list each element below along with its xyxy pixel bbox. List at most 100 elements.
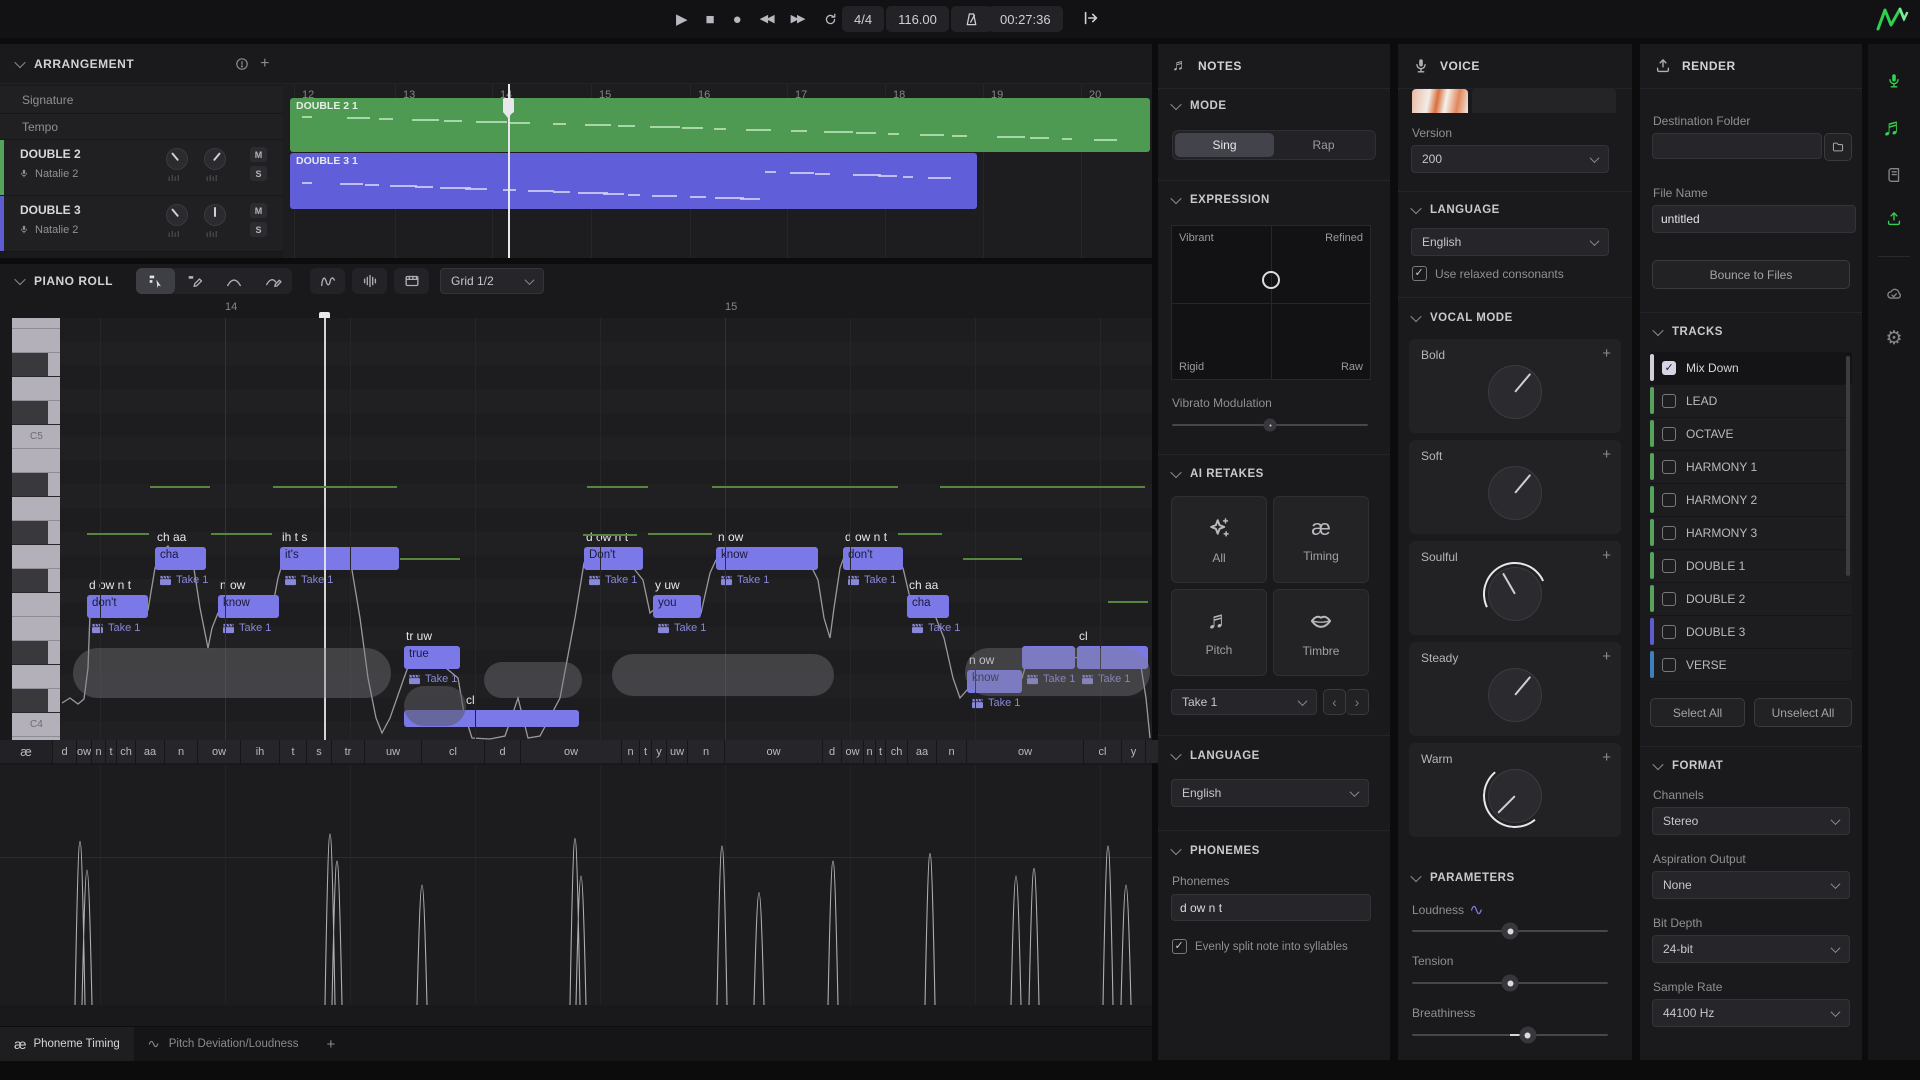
- tempo-row[interactable]: Tempo: [0, 114, 305, 140]
- vocal-mode-knob[interactable]: [1488, 567, 1542, 621]
- mute-button[interactable]: M: [250, 147, 267, 162]
- take-label[interactable]: Take 1: [720, 574, 769, 586]
- slider-handle[interactable]: [1502, 923, 1519, 940]
- track-checkbox[interactable]: [1662, 625, 1676, 639]
- render-track-row-octave[interactable]: OCTAVE: [1650, 418, 1852, 451]
- vibrato-modulation-slider[interactable]: [1172, 424, 1368, 426]
- curve-draw-tool[interactable]: [253, 268, 292, 294]
- midi-note[interactable]: cha: [155, 547, 206, 570]
- tension-slider[interactable]: [1412, 982, 1608, 984]
- phoneme-cell[interactable]: n: [92, 740, 105, 763]
- piano-key-cs4[interactable]: [12, 689, 60, 713]
- take-label[interactable]: Take 1: [657, 622, 706, 634]
- add-lane-icon[interactable]: +: [327, 1036, 336, 1053]
- render-track-row-double-2[interactable]: DOUBLE 2: [1650, 583, 1852, 616]
- midi-note[interactable]: it's: [280, 547, 399, 570]
- add-track-icon[interactable]: +: [260, 55, 269, 73]
- arrangement-track-header[interactable]: DOUBLE 3Natalie 2ılılılılMS: [0, 196, 283, 252]
- arrangement-track-header[interactable]: DOUBLE 2Natalie 2ılılılılMS: [0, 140, 283, 196]
- metronome-toggle-icon[interactable]: [951, 6, 992, 32]
- retake-pitch-button[interactable]: ♬Pitch: [1171, 589, 1267, 676]
- piano-key-e5[interactable]: [12, 329, 60, 353]
- split-syllables-checkbox[interactable]: [1172, 939, 1187, 954]
- midi-note[interactable]: don't: [843, 547, 903, 570]
- piano-key-gs4[interactable]: [12, 521, 60, 545]
- arrangement-timeline[interactable]: 121314151617181920DOUBLE 2 1DOUBLE 3 1: [283, 84, 1152, 258]
- dynamics-tool[interactable]: [352, 268, 387, 294]
- phoneme-cell[interactable]: ch: [117, 740, 135, 763]
- piano-key-d5[interactable]: [12, 377, 60, 401]
- take-label[interactable]: Take 1: [159, 574, 208, 586]
- track-checkbox[interactable]: [1662, 493, 1676, 507]
- phonemes-collapse-icon[interactable]: [1170, 844, 1181, 855]
- track-pan-knob[interactable]: [204, 148, 226, 170]
- render-track-row-double-1[interactable]: DOUBLE 1: [1650, 550, 1852, 583]
- phoneme-cell[interactable]: æ: [0, 740, 52, 763]
- retake-timbre-button[interactable]: Timbre: [1273, 589, 1369, 676]
- piano-key-as4[interactable]: [12, 473, 60, 497]
- take-label[interactable]: Take 1: [284, 574, 333, 586]
- phoneme-cell[interactable]: ch: [886, 740, 907, 763]
- piano-key-f4[interactable]: [12, 593, 60, 617]
- language-collapse-icon[interactable]: [1170, 749, 1181, 760]
- mode-option-rap[interactable]: Rap: [1274, 133, 1373, 157]
- mode-collapse-icon[interactable]: [1170, 99, 1181, 110]
- midi-note[interactable]: Don't: [584, 547, 643, 570]
- phoneme-timing-strip[interactable]: ædowntchaanowihtstruwcldowntyuwnowdowntc…: [0, 740, 1152, 763]
- render-track-row-verse[interactable]: VERSE: [1650, 649, 1852, 682]
- expression-collapse-icon[interactable]: [1170, 193, 1181, 204]
- track-checkbox[interactable]: [1662, 361, 1676, 375]
- take-label[interactable]: Take 1: [222, 622, 271, 634]
- phoneme-cell[interactable]: ow: [967, 740, 1083, 763]
- version-select[interactable]: 200: [1411, 145, 1609, 173]
- track-volume-knob[interactable]: [166, 148, 188, 170]
- take-label[interactable]: Take 1: [847, 574, 896, 586]
- relaxed-consonants-row[interactable]: Use relaxed consonants: [1412, 266, 1564, 281]
- tracks-scrollbar[interactable]: [1846, 356, 1850, 576]
- vocal-mode-knob[interactable]: [1488, 769, 1542, 823]
- track-voice[interactable]: Natalie 2: [18, 168, 78, 180]
- render-track-row-harmony-1[interactable]: HARMONY 1: [1650, 451, 1852, 484]
- phoneme-cell[interactable]: ih: [241, 740, 279, 763]
- phoneme-cell[interactable]: aa: [908, 740, 936, 763]
- piano-key-b4[interactable]: [12, 449, 60, 473]
- playhead-marker[interactable]: [503, 98, 514, 113]
- settings-gear-icon[interactable]: ⚙: [1885, 329, 1902, 349]
- phoneme-cell[interactable]: n: [937, 740, 966, 763]
- channels-select[interactable]: Stereo: [1652, 807, 1850, 835]
- breathiness-slider[interactable]: [1412, 1034, 1608, 1036]
- browse-folder-button[interactable]: [1824, 133, 1852, 161]
- track-checkbox[interactable]: [1662, 526, 1676, 540]
- draw-tool[interactable]: [175, 268, 214, 294]
- time-signature-value[interactable]: 4/4: [842, 6, 884, 32]
- render-upload-icon[interactable]: [1885, 210, 1903, 228]
- vocal-mode-bold[interactable]: Bold+: [1409, 339, 1621, 433]
- file-name-input[interactable]: [1652, 205, 1856, 233]
- note-language-select[interactable]: English: [1171, 779, 1369, 807]
- stop-button[interactable]: ■: [706, 12, 715, 27]
- piano-key-fs4[interactable]: [12, 569, 60, 593]
- follow-playhead-icon[interactable]: [1082, 9, 1100, 27]
- phoneme-cell[interactable]: ow: [77, 740, 91, 763]
- voice-avatar[interactable]: [1412, 89, 1468, 113]
- piano-key-cs5[interactable]: [12, 401, 60, 425]
- destination-folder-input[interactable]: [1652, 133, 1822, 159]
- bit-depth-select[interactable]: 24-bit: [1652, 935, 1850, 963]
- arrangement-clip[interactable]: DOUBLE 3 1: [290, 153, 977, 209]
- loudness-slider[interactable]: [1412, 930, 1608, 932]
- phoneme-cell[interactable]: tr: [332, 740, 364, 763]
- parameter-lane[interactable]: [0, 765, 1152, 1005]
- render-track-row-double-3[interactable]: DOUBLE 3: [1650, 616, 1852, 649]
- cloud-sync-icon[interactable]: [1885, 285, 1903, 303]
- phoneme-cell[interactable]: y: [652, 740, 666, 763]
- take-label[interactable]: Take 1: [588, 574, 637, 586]
- phoneme-cell[interactable]: t: [106, 740, 116, 763]
- vocal-mode-soulful[interactable]: Soulful+: [1409, 541, 1621, 635]
- note-canvas[interactable]: d ow n tdon'tTake 1ch aachaTake 1n owkno…: [60, 318, 1152, 740]
- fast-forward-button[interactable]: ▶▶: [791, 14, 804, 25]
- expression-xy-pad[interactable]: Vibrant Refined Rigid Raw: [1171, 225, 1371, 380]
- lane-tab-phoneme-timing[interactable]: æPhoneme Timing: [0, 1027, 134, 1061]
- phoneme-cell[interactable]: t: [640, 740, 651, 763]
- render-track-row-harmony-3[interactable]: HARMONY 3: [1650, 517, 1852, 550]
- take-label[interactable]: Take 1: [971, 697, 1020, 709]
